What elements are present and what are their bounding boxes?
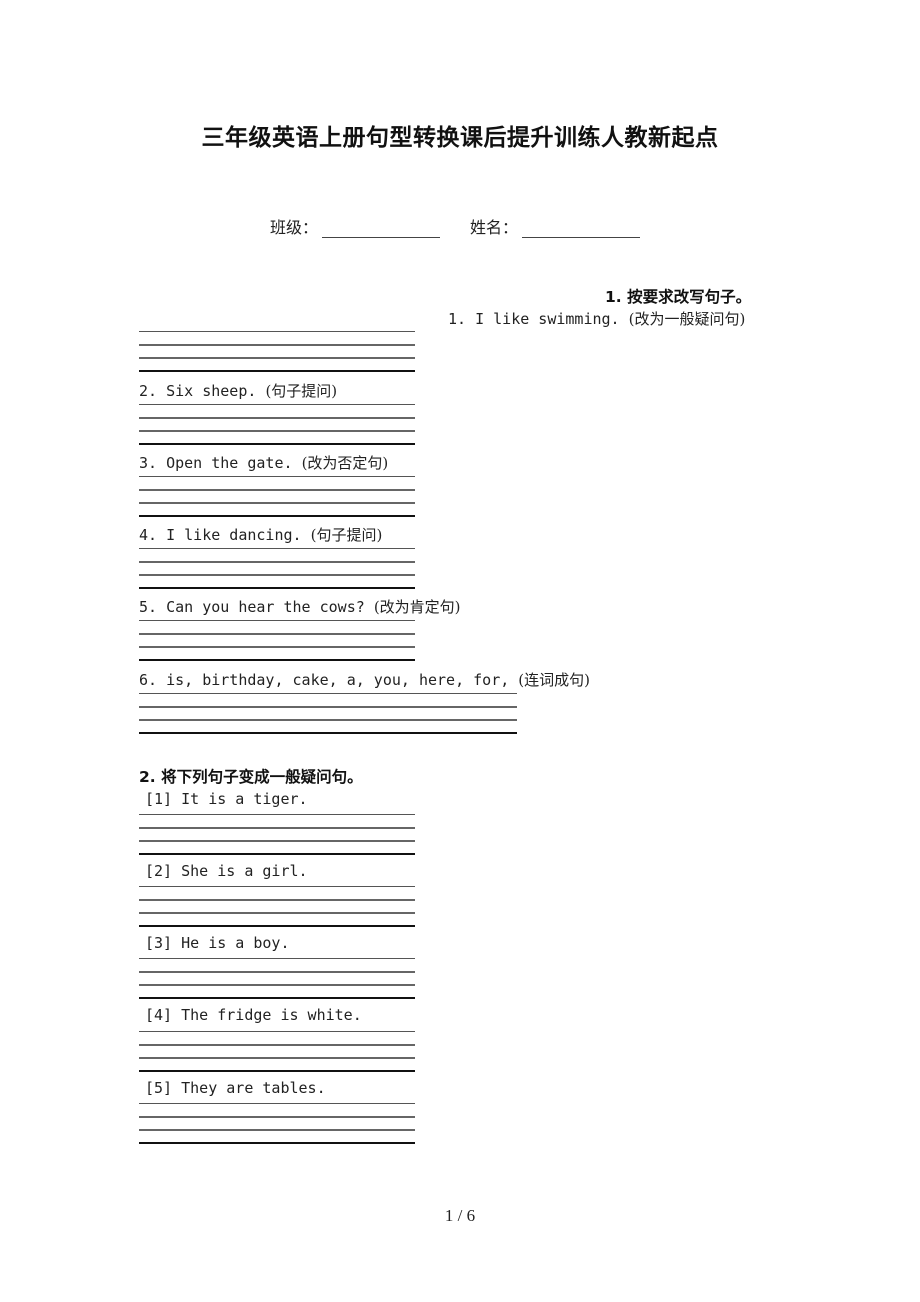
answer-line[interactable] <box>139 1116 415 1118</box>
student-info-row: 班级： 姓名： <box>270 214 670 238</box>
answer-line[interactable] <box>139 1044 415 1046</box>
section1-question-6: 6. is, birthday, cake, a, you, here, for… <box>139 669 590 690</box>
question-instruction: (改为一般疑问句) <box>628 310 746 328</box>
answer-line[interactable] <box>139 620 415 621</box>
section1-question-5: 5. Can you hear the cows? (改为肯定句) <box>139 596 461 617</box>
answer-line[interactable] <box>139 958 415 959</box>
question-text: [4] The fridge is white. <box>145 1006 362 1024</box>
answer-line[interactable] <box>139 515 415 517</box>
answer-line[interactable] <box>139 719 517 721</box>
question-text: [2] She is a girl. <box>145 862 308 880</box>
answer-line[interactable] <box>139 443 415 445</box>
answer-line[interactable] <box>139 344 415 346</box>
question-instruction: (改为肯定句) <box>373 598 461 616</box>
section1-question-1: 1. I like swimming. (改为一般疑问句) <box>448 308 745 329</box>
question-text: 1. I like swimming. <box>448 310 620 328</box>
answer-line[interactable] <box>139 912 415 914</box>
answer-line[interactable] <box>139 706 517 708</box>
answer-line[interactable] <box>139 693 517 694</box>
answer-line[interactable] <box>139 886 415 887</box>
section2-question-1: [1] It is a tiger. <box>145 790 308 808</box>
answer-line[interactable] <box>139 548 415 549</box>
answer-line[interactable] <box>139 1057 415 1059</box>
answer-line[interactable] <box>139 417 415 419</box>
answer-line[interactable] <box>139 971 415 973</box>
name-label: 姓名： <box>470 218 519 237</box>
answer-line[interactable] <box>139 814 415 815</box>
answer-line[interactable] <box>139 370 415 372</box>
answer-line[interactable] <box>139 430 415 432</box>
answer-line[interactable] <box>139 925 415 927</box>
answer-line[interactable] <box>139 561 415 563</box>
question-instruction: (句子提问) <box>265 382 338 400</box>
question-instruction: (改为否定句) <box>301 454 389 472</box>
document-title: 三年级英语上册句型转换课后提升训练人教新起点 <box>201 125 719 151</box>
class-label: 班级： <box>270 218 319 237</box>
answer-line[interactable] <box>139 646 415 648</box>
answer-line[interactable] <box>139 827 415 829</box>
section1-question-4: 4. I like dancing. (句子提问) <box>139 524 382 545</box>
answer-line[interactable] <box>139 1031 415 1032</box>
question-text: [5] They are tables. <box>145 1079 326 1097</box>
section2-question-3: [3] He is a boy. <box>145 934 290 952</box>
answer-line[interactable] <box>139 587 415 589</box>
answer-line[interactable] <box>139 331 415 332</box>
answer-line[interactable] <box>139 1103 415 1104</box>
answer-line[interactable] <box>139 984 415 986</box>
section2-question-2: [2] She is a girl. <box>145 862 308 880</box>
question-text: 4. I like dancing. <box>139 526 302 544</box>
answer-line[interactable] <box>139 899 415 901</box>
section1-question-3: 3. Open the gate. (改为否定句) <box>139 452 388 473</box>
section1-question-2: 2. Six sheep. (句子提问) <box>139 380 337 401</box>
answer-line[interactable] <box>139 1129 415 1131</box>
answer-line[interactable] <box>139 1070 415 1072</box>
answer-line[interactable] <box>139 659 415 661</box>
question-text: [1] It is a tiger. <box>145 790 308 808</box>
section2-question-4: [4] The fridge is white. <box>145 1006 362 1024</box>
answer-line[interactable] <box>139 633 415 635</box>
section2-question-5: [5] They are tables. <box>145 1079 326 1097</box>
answer-line[interactable] <box>139 574 415 576</box>
question-instruction: (句子提问) <box>310 526 383 544</box>
question-instruction: (连词成句) <box>518 671 591 689</box>
answer-line[interactable] <box>139 404 415 405</box>
answer-line[interactable] <box>139 853 415 855</box>
question-text: 3. Open the gate. <box>139 454 293 472</box>
question-text: 6. is, birthday, cake, a, you, here, for… <box>139 671 510 689</box>
answer-line[interactable] <box>139 1142 415 1144</box>
name-input-blank[interactable] <box>522 219 641 238</box>
class-input-blank[interactable] <box>322 219 441 238</box>
answer-line[interactable] <box>139 840 415 842</box>
question-text: 5. Can you hear the cows? <box>139 598 365 616</box>
section2-heading: 2. 将下列句子变成一般疑问句。 <box>139 768 363 786</box>
page-number: 1 / 6 <box>444 1206 476 1225</box>
question-text: [3] He is a boy. <box>145 934 290 952</box>
question-text: 2. Six sheep. <box>139 382 257 400</box>
answer-line[interactable] <box>139 997 415 999</box>
section1-heading: 1. 按要求改写句子。 <box>605 288 752 306</box>
answer-line[interactable] <box>139 502 415 504</box>
answer-line[interactable] <box>139 476 415 477</box>
answer-line[interactable] <box>139 357 415 359</box>
answer-line[interactable] <box>139 489 415 491</box>
answer-line[interactable] <box>139 732 517 734</box>
